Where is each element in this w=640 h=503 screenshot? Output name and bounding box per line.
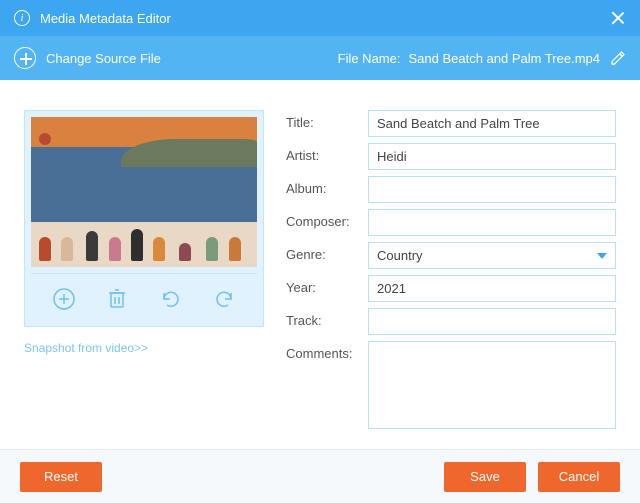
album-input[interactable]	[368, 176, 616, 203]
file-name-label: File Name:	[338, 51, 401, 66]
footer: Reset Save Cancel	[0, 449, 640, 503]
window-title: Media Metadata Editor	[40, 11, 610, 26]
edit-filename-button[interactable]	[610, 50, 626, 66]
delete-thumbnail-button[interactable]	[104, 286, 130, 312]
album-label: Album:	[286, 176, 368, 196]
metadata-form: Title: Artist: Album: Composer: Genre: C…	[286, 110, 616, 435]
close-icon[interactable]	[610, 10, 626, 26]
track-label: Track:	[286, 308, 368, 328]
redo-button[interactable]	[211, 286, 237, 312]
save-button[interactable]: Save	[444, 462, 526, 492]
content-area: Snapshot from video>> Title: Artist: Alb…	[0, 80, 640, 449]
thumbnail-actions	[31, 273, 257, 320]
genre-value: Country	[377, 248, 597, 263]
plus-circle-icon	[14, 47, 36, 69]
undo-button[interactable]	[158, 286, 184, 312]
title-input[interactable]	[368, 110, 616, 137]
thumbnail-panel: Snapshot from video>>	[24, 110, 264, 435]
source-bar: Change Source File File Name: Sand Beatc…	[0, 36, 640, 80]
file-name-value: Sand Beatch and Palm Tree.mp4	[408, 51, 600, 66]
composer-label: Composer:	[286, 209, 368, 229]
chevron-down-icon	[597, 253, 607, 259]
add-thumbnail-button[interactable]	[51, 286, 77, 312]
artist-label: Artist:	[286, 143, 368, 163]
thumbnail-box	[24, 110, 264, 327]
titlebar: i Media Metadata Editor	[0, 0, 640, 36]
artist-input[interactable]	[368, 143, 616, 170]
thumbnail-image	[31, 117, 257, 267]
genre-label: Genre:	[286, 242, 368, 262]
track-input[interactable]	[368, 308, 616, 335]
composer-input[interactable]	[368, 209, 616, 236]
year-input[interactable]	[368, 275, 616, 302]
year-label: Year:	[286, 275, 368, 295]
reset-button[interactable]: Reset	[20, 462, 102, 492]
title-label: Title:	[286, 110, 368, 130]
cancel-button[interactable]: Cancel	[538, 462, 620, 492]
change-source-button[interactable]: Change Source File	[14, 47, 161, 69]
snapshot-from-video-link[interactable]: Snapshot from video>>	[24, 341, 264, 355]
genre-select[interactable]: Country	[368, 242, 616, 269]
info-icon: i	[14, 10, 30, 26]
change-source-label: Change Source File	[46, 51, 161, 66]
metadata-editor-window: i Media Metadata Editor Change Source Fi…	[0, 0, 640, 503]
comments-label: Comments:	[286, 341, 368, 361]
comments-textarea[interactable]	[368, 341, 616, 429]
